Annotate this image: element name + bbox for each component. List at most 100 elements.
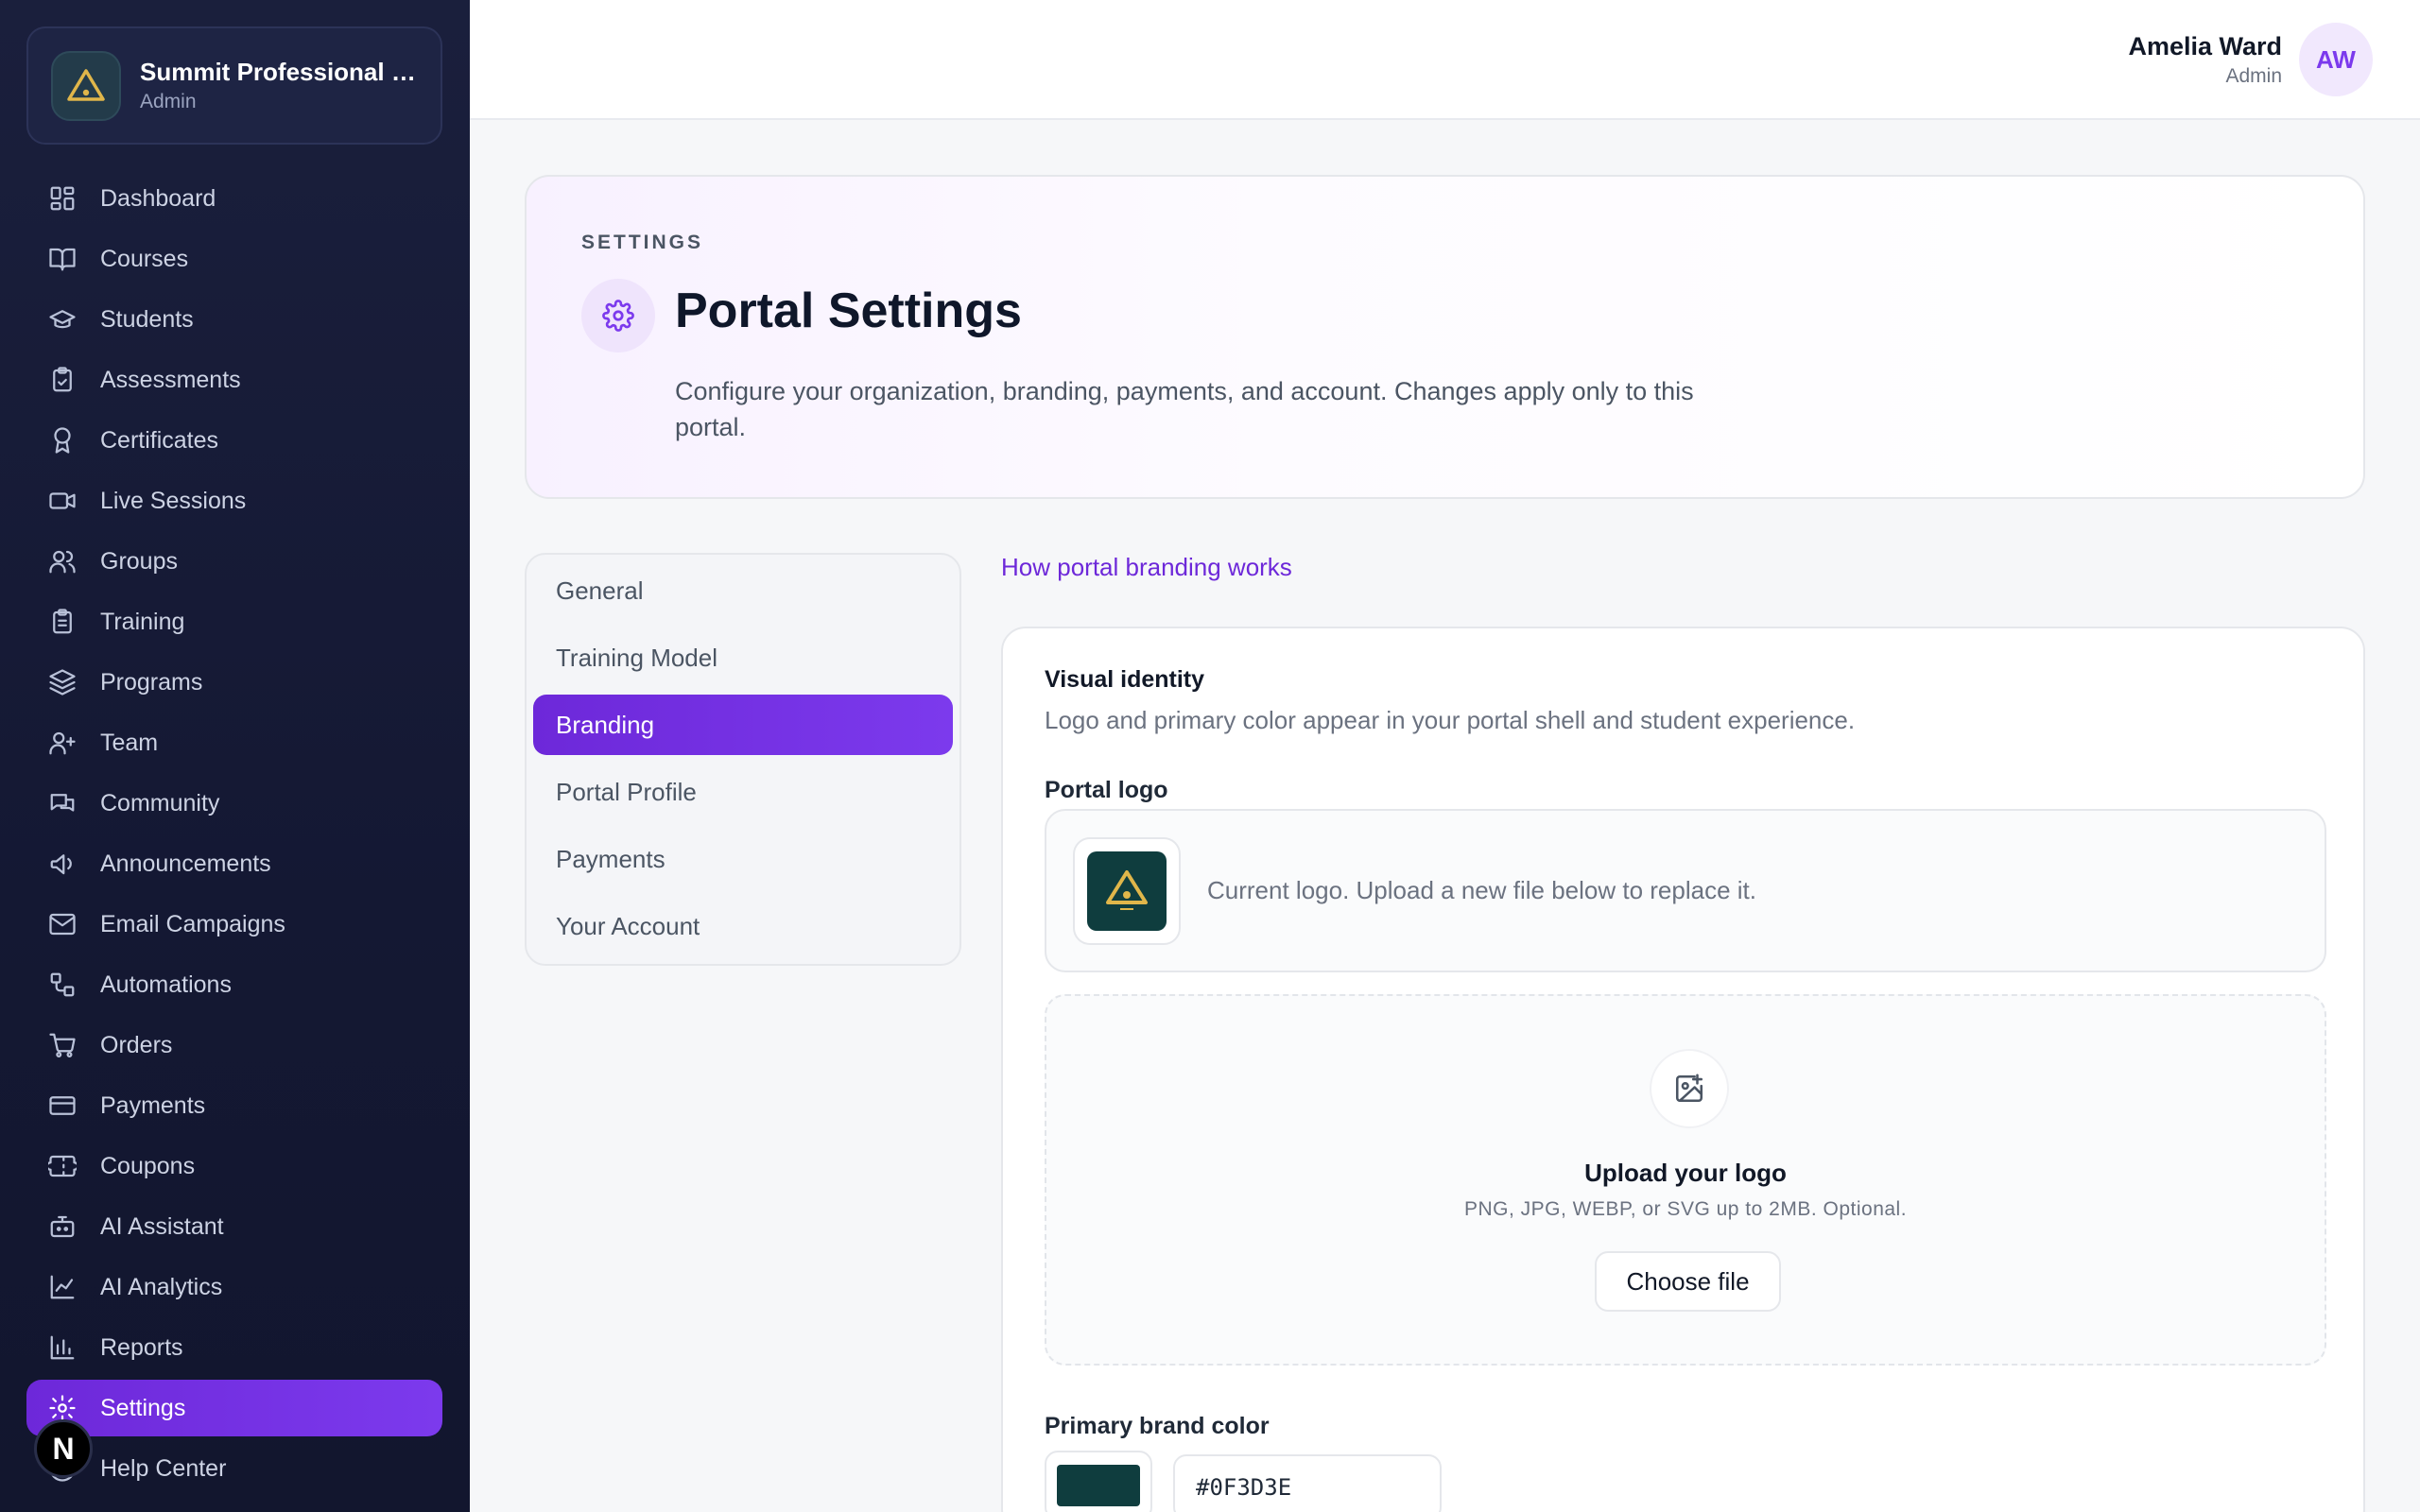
credit-card-icon: [47, 1091, 78, 1121]
chat-icon: [47, 788, 78, 818]
ticket-icon: [47, 1151, 78, 1181]
current-logo-preview: [1073, 836, 1181, 945]
cart-icon: [47, 1030, 78, 1060]
layers-icon: [47, 667, 78, 697]
sidebar-item-label: Dashboard: [100, 184, 216, 212]
org-role: Admin: [140, 91, 197, 112]
triangle-logo-icon: [67, 68, 105, 101]
video-icon: [47, 486, 78, 516]
sidebar-item-label: Payments: [100, 1091, 206, 1119]
graduation-cap-icon: [47, 304, 78, 335]
brand-color-label: Primary brand color: [1045, 1413, 1270, 1439]
sidebar-item-groups[interactable]: Groups: [26, 533, 442, 590]
tab-branding[interactable]: Branding: [533, 695, 953, 755]
line-chart-icon: [47, 1272, 78, 1302]
n-badge[interactable]: N: [34, 1419, 93, 1478]
sidebar-item-label: Students: [100, 305, 194, 333]
sidebar-item-coupons[interactable]: Coupons: [26, 1138, 442, 1194]
sidebar-item-label: Certificates: [100, 426, 219, 454]
page-title: Portal Settings: [675, 284, 1022, 338]
sidebar-item-reports[interactable]: Reports: [26, 1319, 442, 1376]
org-logo: [51, 50, 121, 121]
sidebar-item-assessments[interactable]: Assessments: [26, 352, 442, 408]
user-menu[interactable]: Amelia Ward Admin AW: [2128, 23, 2373, 96]
visual-identity-card: Visual identity Logo and primary color a…: [1001, 627, 2365, 1512]
tab-payments[interactable]: Payments: [533, 829, 953, 889]
sidebar-item-payments[interactable]: Payments: [26, 1077, 442, 1134]
current-logo-note: Current logo. Upload a new file below to…: [1207, 876, 1756, 904]
sidebar-item-label: Community: [100, 789, 220, 816]
sidebar-item-ai-assistant[interactable]: AI Assistant: [26, 1198, 442, 1255]
sidebar-item-label: Reports: [100, 1333, 183, 1361]
sidebar-item-label: Automations: [100, 971, 232, 998]
sidebar-item-live-sessions[interactable]: Live Sessions: [26, 472, 442, 529]
sidebar-item-automations[interactable]: Automations: [26, 956, 442, 1013]
tab-training-model[interactable]: Training Model: [533, 627, 953, 688]
workflow-icon: [47, 970, 78, 1000]
sidebar-item-settings[interactable]: Settings: [26, 1380, 442, 1436]
triangle-logo-icon: [1106, 869, 1148, 910]
sidebar-item-label: Coupons: [100, 1152, 196, 1179]
page-eyebrow: SETTINGS: [581, 232, 704, 253]
sidebar-item-label: AI Analytics: [100, 1273, 223, 1300]
tab-your-account[interactable]: Your Account: [533, 896, 953, 956]
sidebar-item-certificates[interactable]: Certificates: [26, 412, 442, 469]
sidebar-item-label: Announcements: [100, 850, 271, 877]
page-header: SETTINGS Portal Settings Configure your …: [525, 175, 2365, 499]
sidebar-item-email-campaigns[interactable]: Email Campaigns: [26, 896, 442, 953]
sidebar-item-team[interactable]: Team: [26, 714, 442, 771]
choose-file-button[interactable]: Choose file: [1595, 1251, 1781, 1312]
page-description: Configure your organization, branding, p…: [675, 377, 1694, 441]
award-icon: [47, 425, 78, 455]
sidebar-item-students[interactable]: Students: [26, 291, 442, 348]
book-icon: [47, 244, 78, 274]
sidebar-item-community[interactable]: Community: [26, 775, 442, 832]
sidebar-item-label: Live Sessions: [100, 487, 247, 514]
section-title: Visual identity: [1045, 666, 1205, 693]
sidebar-item-label: Assessments: [100, 366, 241, 393]
user-role: Admin: [2225, 64, 2282, 87]
sidebar-item-courses[interactable]: Courses: [26, 231, 442, 287]
brand-color-swatch: [1057, 1465, 1140, 1506]
sidebar-item-label: Settings: [100, 1394, 186, 1421]
sidebar-item-label: AI Assistant: [100, 1212, 224, 1240]
brand-color-hex-input[interactable]: [1173, 1454, 1442, 1512]
sidebar-item-label: Groups: [100, 547, 178, 575]
sidebar-item-ai-analytics[interactable]: AI Analytics: [26, 1259, 442, 1315]
users-icon: [47, 546, 78, 576]
org-switcher[interactable]: Summit Professional Group Admin: [26, 26, 442, 145]
user-team-icon: [47, 728, 78, 758]
tab-portal-profile[interactable]: Portal Profile: [533, 762, 953, 822]
clipboard-list-icon: [47, 607, 78, 637]
brand-color-picker[interactable]: [1045, 1451, 1152, 1512]
logo-upload-dropzone[interactable]: Upload your logo PNG, JPG, WEBP, or SVG …: [1045, 994, 2326, 1366]
portal-logo-label: Portal logo: [1045, 777, 1168, 803]
tab-general[interactable]: General: [533, 560, 953, 621]
bar-chart-icon: [47, 1332, 78, 1363]
avatar[interactable]: AW: [2299, 23, 2373, 96]
user-name: Amelia Ward: [2128, 31, 2282, 60]
gear-icon: [581, 279, 655, 352]
bot-icon: [47, 1211, 78, 1242]
megaphone-icon: [47, 849, 78, 879]
sidebar-nav: Dashboard Courses Students Assessments Certi…: [26, 170, 442, 1501]
branding-help-link[interactable]: How portal branding works: [1001, 553, 1292, 582]
section-subtitle: Logo and primary color appear in your po…: [1045, 706, 1856, 734]
sidebar-item-dashboard[interactable]: Dashboard: [26, 170, 442, 227]
org-name: Summit Professional Group: [140, 58, 418, 86]
current-logo-panel: Current logo. Upload a new file below to…: [1045, 809, 2326, 972]
sidebar-item-label: Courses: [100, 245, 189, 272]
upload-hint: PNG, JPG, WEBP, or SVG up to 2MB. Option…: [1463, 1198, 1908, 1220]
sidebar: Summit Professional Group Admin Dashboar…: [0, 0, 470, 1512]
sidebar-item-training[interactable]: Training: [26, 593, 442, 650]
dashboard-icon: [47, 183, 78, 214]
sidebar-item-label: Orders: [100, 1031, 173, 1058]
sidebar-item-label: Team: [100, 729, 159, 756]
sidebar-item-label: Email Campaigns: [100, 910, 285, 937]
upload-title: Upload your logo: [1584, 1159, 1787, 1187]
sidebar-item-announcements[interactable]: Announcements: [26, 835, 442, 892]
sidebar-item-orders[interactable]: Orders: [26, 1017, 442, 1074]
top-bar: Amelia Ward Admin AW: [470, 0, 2420, 120]
sidebar-item-label: Programs: [100, 668, 203, 696]
sidebar-item-programs[interactable]: Programs: [26, 654, 442, 711]
